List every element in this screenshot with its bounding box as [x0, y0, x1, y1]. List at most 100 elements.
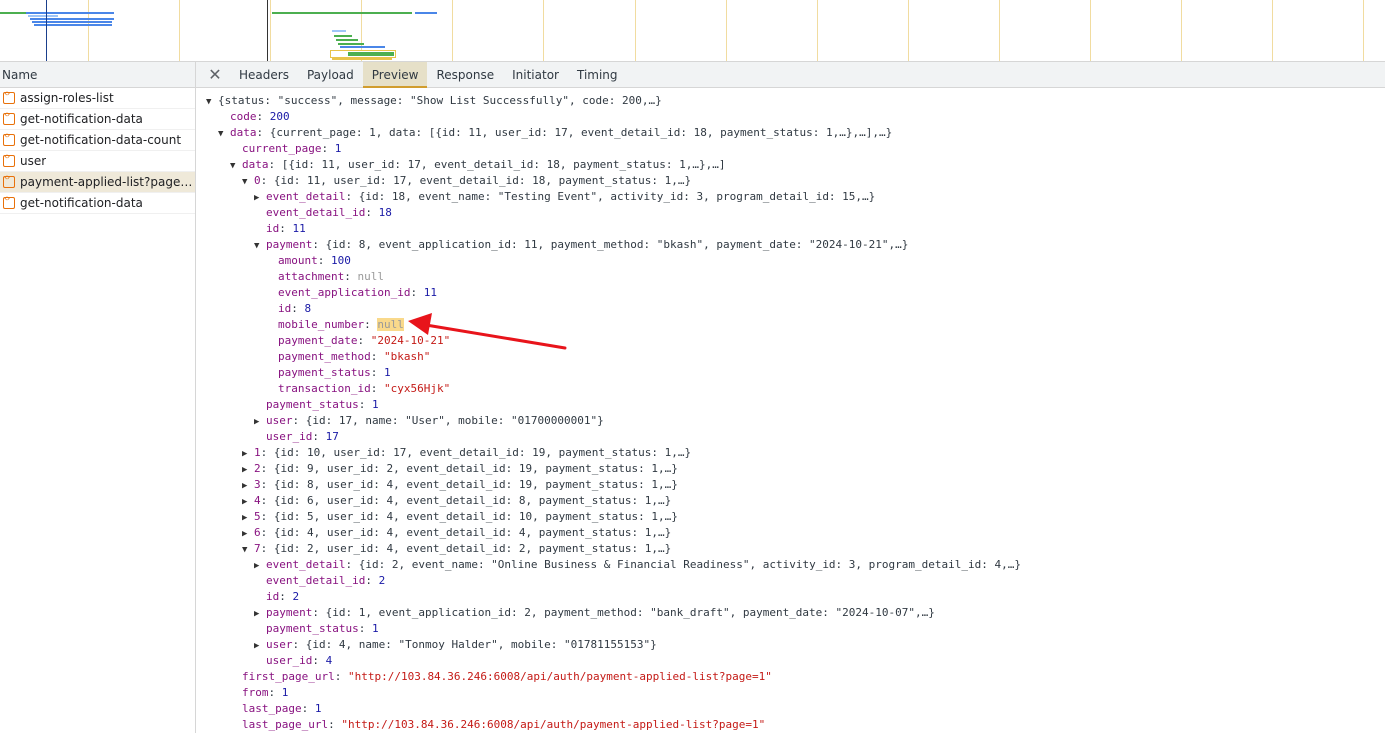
request-name: user [20, 154, 47, 168]
grid-line [999, 0, 1000, 62]
request-name: get-notification-data [20, 196, 143, 210]
collapsed-triangle-icon[interactable]: ▶ [242, 462, 254, 478]
collapsed-triangle-icon[interactable]: ▶ [254, 638, 266, 654]
json-prop-payment-id: id: 8 [278, 302, 312, 315]
request-name: get-notification-data-count [20, 133, 182, 147]
request-row[interactable]: get-notification-data-count [0, 130, 195, 151]
timeline-bar [332, 58, 392, 60]
request-name: payment-applied-list?page=1... [20, 175, 195, 189]
json-item-1[interactable]: ▶ 1: {id: 10, user_id: 17, event_detail_i… [242, 445, 691, 461]
fetch-request-icon [3, 131, 15, 146]
timeline-bar [332, 30, 346, 32]
json-item-4[interactable]: ▶ 4: {id: 6, user_id: 4, event_detail_id:… [242, 493, 671, 509]
detail-tabbar: ✕ Headers Payload Preview Response Initi… [196, 61, 1385, 88]
json-prop-last-page-url: last_page_url: "http://103.84.36.246:600… [242, 718, 766, 731]
json-item-3[interactable]: ▶ 3: {id: 8, user_id: 4, event_detail_id:… [242, 477, 678, 493]
grid-line [270, 0, 271, 62]
request-row[interactable]: get-notification-data [0, 109, 195, 130]
json-root[interactable]: ▼ {status: "success", message: "Show List… [206, 93, 662, 109]
fetch-request-icon [3, 152, 15, 167]
json-prop-id: id: 11 [266, 222, 306, 235]
json-prop-payment[interactable]: ▶ payment: {id: 1, event_application_id: … [254, 605, 935, 621]
tab-payload[interactable]: Payload [298, 62, 363, 88]
json-prop-item0-payment-status: payment_status: 1 [266, 398, 379, 411]
close-icon[interactable]: ✕ [200, 62, 230, 88]
collapsed-triangle-icon[interactable]: ▶ [242, 510, 254, 526]
request-row[interactable]: assign-roles-list [0, 88, 195, 109]
timeline-marker [46, 0, 47, 62]
timeline-bar [338, 43, 364, 45]
json-prop-id: id: 2 [266, 590, 300, 603]
collapsed-triangle-icon[interactable]: ▶ [254, 558, 266, 574]
grid-line [179, 0, 180, 62]
timeline-bar [30, 18, 114, 20]
grid-line [452, 0, 453, 62]
collapsed-triangle-icon[interactable]: ▶ [242, 494, 254, 510]
tab-response[interactable]: Response [427, 62, 503, 88]
timeline-bar [340, 46, 385, 48]
json-prop-transaction-id: transaction_id: "cyx56Hjk" [278, 382, 451, 395]
json-item-6[interactable]: ▶ 6: {id: 4, user_id: 4, event_detail_id:… [242, 525, 671, 541]
json-prop-user[interactable]: ▶ user: {id: 17, name: "User", mobile: "0… [254, 413, 604, 429]
collapsed-triangle-icon[interactable]: ▶ [242, 526, 254, 542]
json-prop-payment-status: payment_status: 1 [278, 366, 391, 379]
request-row[interactable]: get-notification-data [0, 193, 195, 214]
json-prop-code: code: 200 [230, 110, 290, 123]
expanded-triangle-icon[interactable]: ▼ [218, 126, 230, 142]
json-prop-amount: amount: 100 [278, 254, 351, 267]
tab-initiator[interactable]: Initiator [503, 62, 568, 88]
json-prop-last-page: last_page: 1 [242, 702, 322, 715]
expanded-triangle-icon[interactable]: ▼ [206, 94, 218, 110]
json-prop-from: from: 1 [242, 686, 289, 699]
json-prop-payment[interactable]: ▼ payment: {id: 8, event_application_id: … [254, 237, 908, 253]
json-prop-payment-status: payment_status: 1 [266, 622, 379, 635]
request-row[interactable]: user [0, 151, 195, 172]
json-prop-data-list[interactable]: ▼ data: [{id: 11, user_id: 17, event_deta… [230, 157, 725, 173]
json-prop-user[interactable]: ▶ user: {id: 4, name: "Tonmoy Halder", mo… [254, 637, 657, 653]
expanded-triangle-icon[interactable]: ▼ [254, 238, 266, 254]
json-prop-event-detail-id: event_detail_id: 18 [266, 206, 392, 219]
collapsed-triangle-icon[interactable]: ▶ [254, 606, 266, 622]
grid-line [543, 0, 544, 62]
timeline-bar [334, 35, 352, 37]
timeline-bar [348, 52, 394, 56]
json-prop-attachment: attachment: null [278, 270, 384, 283]
name-column-header[interactable]: Name [0, 62, 195, 88]
expanded-triangle-icon[interactable]: ▼ [242, 174, 254, 190]
json-prop-mobile-number: mobile_number: null [278, 318, 404, 331]
tab-headers[interactable]: Headers [230, 62, 298, 88]
json-prop-event-detail[interactable]: ▶ event_detail: {id: 18, event_name: "Tes… [254, 189, 875, 205]
request-list: assign-roles-list get-notification-data ge… [0, 88, 195, 214]
grid-line [1090, 0, 1091, 62]
collapsed-triangle-icon[interactable]: ▶ [254, 414, 266, 430]
collapsed-triangle-icon[interactable]: ▶ [242, 446, 254, 462]
timeline-bar [336, 39, 358, 41]
timeline-bar [272, 12, 412, 14]
tab-timing[interactable]: Timing [568, 62, 627, 88]
json-item-2[interactable]: ▶ 2: {id: 9, user_id: 2, event_detail_id:… [242, 461, 678, 477]
annotation-arrow-icon [408, 313, 567, 350]
grid-line [1272, 0, 1273, 62]
request-row[interactable]: payment-applied-list?page=1... [0, 172, 195, 193]
expanded-triangle-icon[interactable]: ▼ [230, 158, 242, 174]
grid-line [635, 0, 636, 62]
json-prop-user-id: user_id: 4 [266, 654, 333, 667]
json-item-0[interactable]: ▼ 0: {id: 11, user_id: 17, event_detail_i… [242, 173, 691, 189]
timeline-bar [415, 12, 437, 14]
collapsed-triangle-icon[interactable]: ▶ [242, 478, 254, 494]
fetch-request-icon [3, 173, 15, 188]
collapsed-triangle-icon[interactable]: ▶ [254, 190, 266, 206]
json-prop-data[interactable]: ▼ data: {current_page: 1, data: [{id: 11,… [218, 125, 892, 141]
fetch-request-icon [3, 89, 15, 104]
json-item-5[interactable]: ▶ 5: {id: 5, user_id: 4, event_detail_id:… [242, 509, 678, 525]
network-overview[interactable] [0, 0, 1385, 62]
request-name: get-notification-data [20, 112, 143, 126]
json-item-7[interactable]: ▼ 7: {id: 2, user_id: 4, event_detail_id:… [242, 541, 671, 557]
grid-line [88, 0, 89, 62]
expanded-triangle-icon[interactable]: ▼ [242, 542, 254, 558]
tab-preview[interactable]: Preview [362, 61, 428, 88]
fetch-request-icon [3, 194, 15, 209]
grid-line [726, 0, 727, 62]
timeline-bar [32, 21, 112, 23]
json-prop-event-detail[interactable]: ▶ event_detail: {id: 2, event_name: "Onli… [254, 557, 1021, 573]
